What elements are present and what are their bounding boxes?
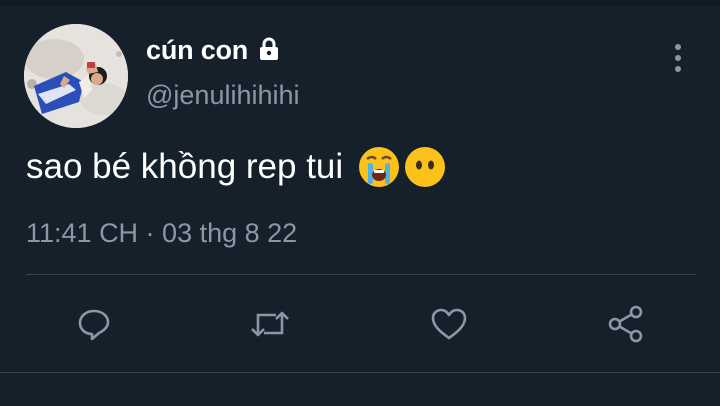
divider bbox=[26, 274, 696, 275]
tweet-timestamp[interactable]: 11:41 CH · 03 thg 8 22 bbox=[26, 218, 297, 249]
lock-icon bbox=[256, 37, 282, 61]
avatar[interactable] bbox=[24, 24, 128, 128]
like-button[interactable] bbox=[425, 296, 473, 352]
retweet-icon bbox=[251, 311, 289, 337]
bottom-divider bbox=[0, 372, 720, 373]
top-edge bbox=[0, 0, 720, 6]
tweet-text-content: sao bé khồng rep tui bbox=[26, 147, 344, 186]
avatar-photo bbox=[24, 24, 128, 128]
tweet-text: sao bé khồng rep tui bbox=[26, 144, 447, 190]
face-without-mouth-emoji bbox=[403, 145, 447, 189]
share-button[interactable] bbox=[602, 296, 650, 352]
user-handle[interactable]: @jenulihihihi bbox=[146, 80, 300, 111]
loudly-crying-face-emoji bbox=[357, 145, 401, 189]
reply-button[interactable] bbox=[70, 296, 118, 352]
reply-icon bbox=[78, 309, 110, 341]
retweet-button[interactable] bbox=[246, 296, 294, 352]
heart-icon bbox=[431, 308, 467, 340]
display-name[interactable]: cún con bbox=[146, 35, 248, 66]
more-options-icon[interactable] bbox=[668, 40, 688, 76]
tweet-actions-bar bbox=[0, 296, 720, 352]
share-icon bbox=[608, 305, 643, 343]
author-name-row: cún con bbox=[146, 32, 282, 68]
